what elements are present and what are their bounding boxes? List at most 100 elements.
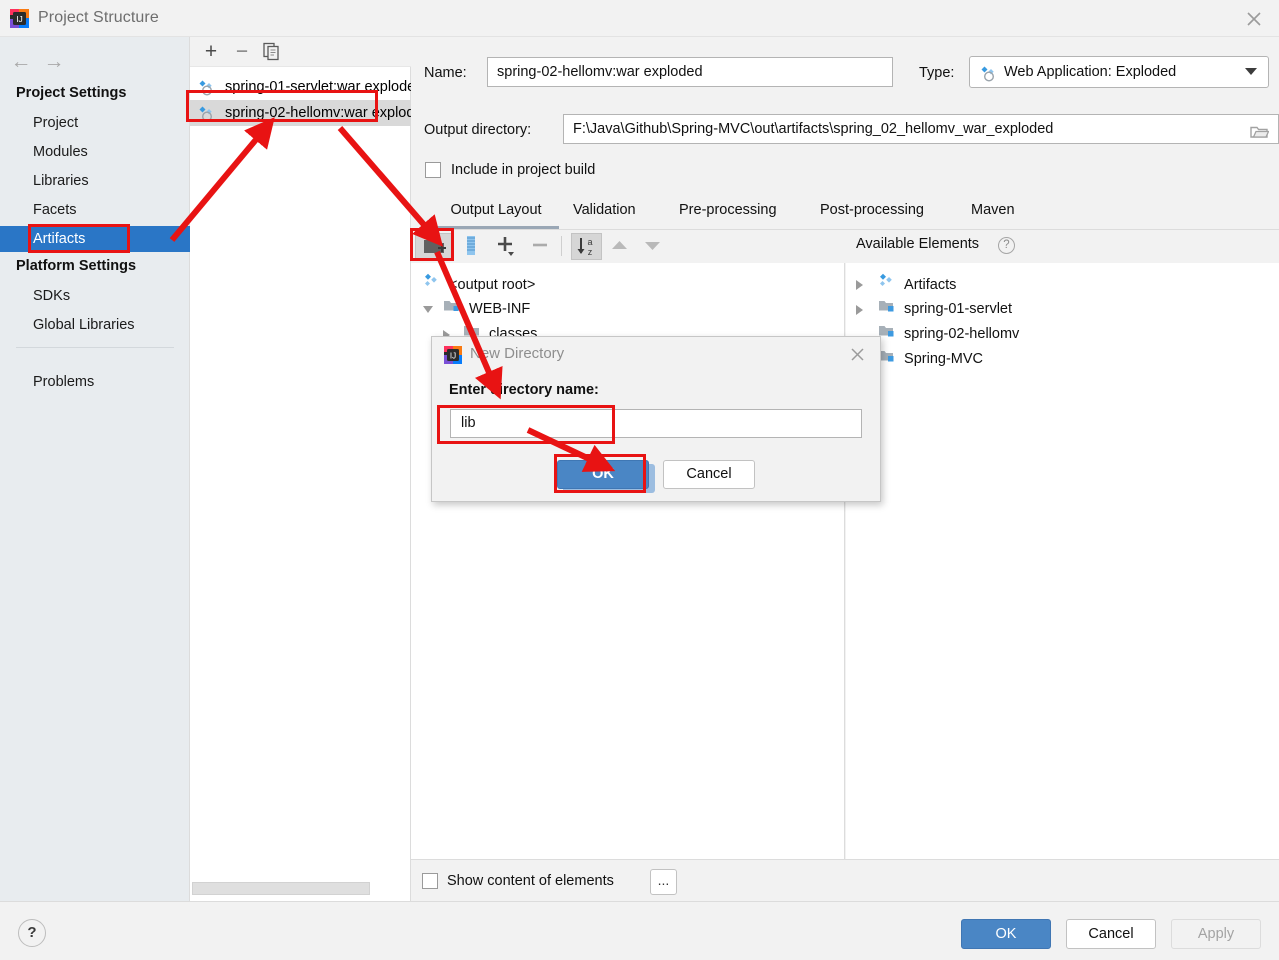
include-in-build-label: Include in project build bbox=[451, 162, 595, 178]
new-directory-dialog: IJ New Directory Enter directory name: l… bbox=[431, 336, 881, 502]
cancel-button[interactable]: Cancel bbox=[1066, 919, 1156, 949]
sidebar-item-problems[interactable]: Problems bbox=[0, 369, 190, 395]
tree-row[interactable]: Artifacts bbox=[856, 272, 956, 297]
artifact-label: spring-02-hellomv:war exploded bbox=[225, 105, 431, 121]
tab-post-processing[interactable]: Post-processing bbox=[820, 194, 924, 229]
type-label: Type: bbox=[919, 65, 954, 81]
sidebar-group-platform-settings: Platform Settings bbox=[16, 258, 136, 274]
chevron-right-icon[interactable] bbox=[856, 305, 863, 315]
type-select[interactable]: Web Application: Exploded bbox=[969, 56, 1269, 88]
show-content-checkbox[interactable] bbox=[422, 873, 438, 889]
artifact-icon bbox=[878, 272, 895, 298]
project-structure-dialog: IJ Project Structure ← → Project Setting… bbox=[0, 0, 1279, 960]
question-mark-icon[interactable]: ? bbox=[18, 919, 46, 947]
tree-row-label: spring-01-servlet bbox=[904, 301, 1012, 317]
tree-row[interactable]: WEB-INF bbox=[423, 297, 530, 322]
tab-pre-processing[interactable]: Pre-processing bbox=[679, 194, 777, 229]
show-content-bar: Show content of elements ... bbox=[411, 859, 1279, 901]
artifacts-list-panel: + − spring-01-servlet:war exploded bbox=[190, 37, 411, 901]
sidebar-item-facets[interactable]: Facets bbox=[0, 197, 190, 223]
apply-button[interactable]: Apply bbox=[1171, 919, 1261, 949]
tab-validation[interactable]: Validation bbox=[573, 194, 636, 229]
close-icon[interactable] bbox=[1243, 8, 1265, 30]
type-select-value: Web Application: Exploded bbox=[1004, 57, 1176, 87]
output-directory-label: Output directory: bbox=[424, 122, 531, 138]
title-bar: IJ Project Structure bbox=[0, 0, 1279, 37]
tree-row-label: spring-02-hellomv bbox=[904, 326, 1019, 342]
tab-maven[interactable]: Maven bbox=[971, 194, 1015, 229]
tab-output-layout[interactable]: Output Layout bbox=[433, 194, 559, 229]
ellipsis-button[interactable]: ... bbox=[650, 869, 677, 895]
list-item[interactable]: spring-02-hellomv:war exploded bbox=[190, 100, 411, 126]
add-copy-of-button[interactable] bbox=[490, 233, 523, 260]
horizontal-scrollbar-thumb[interactable] bbox=[192, 882, 370, 895]
output-directory-input[interactable]: F:\Java\Github\Spring-MVC\out\artifacts\… bbox=[563, 114, 1279, 144]
sidebar-group-project-settings: Project Settings bbox=[16, 85, 126, 101]
available-elements-tree: Artifacts spring-01-servlet bbox=[846, 263, 1279, 859]
chevron-down-icon bbox=[1245, 68, 1257, 75]
sidebar-item-project[interactable]: Project bbox=[0, 110, 190, 136]
modal-ok-button[interactable]: OK bbox=[557, 460, 649, 489]
intellij-idea-icon: IJ bbox=[10, 9, 29, 28]
close-icon[interactable] bbox=[848, 345, 867, 364]
available-elements-header: Available Elements ? bbox=[846, 230, 1279, 263]
svg-text:z: z bbox=[588, 247, 593, 257]
toolbar-separator bbox=[561, 236, 562, 256]
arrow-right-icon[interactable]: → bbox=[41, 51, 67, 75]
folder-open-icon[interactable] bbox=[1250, 122, 1269, 138]
tree-row-label: <output root> bbox=[449, 277, 535, 293]
move-down-button[interactable] bbox=[640, 233, 667, 260]
module-icon bbox=[878, 297, 895, 322]
name-label: Name: bbox=[424, 65, 467, 81]
include-in-build-checkbox[interactable] bbox=[425, 162, 441, 178]
sort-button[interactable]: a z bbox=[571, 233, 602, 260]
artifacts-toolbar: + − bbox=[190, 37, 411, 67]
artifact-icon bbox=[198, 79, 215, 96]
chevron-down-icon[interactable] bbox=[423, 306, 433, 313]
tree-row-label: WEB-INF bbox=[469, 301, 530, 317]
svg-text:a: a bbox=[587, 237, 592, 247]
move-up-button[interactable] bbox=[607, 233, 634, 260]
detail-tabs: Output Layout Validation Pre-processing … bbox=[411, 194, 1279, 229]
chevron-right-icon[interactable] bbox=[856, 280, 863, 290]
sidebar-item-modules[interactable]: Modules bbox=[0, 139, 190, 165]
available-elements-title: Available Elements bbox=[856, 236, 979, 252]
tree-row-label: Artifacts bbox=[904, 277, 956, 293]
svg-text:IJ: IJ bbox=[16, 14, 23, 24]
artifact-icon bbox=[423, 272, 440, 298]
create-directory-button[interactable] bbox=[415, 233, 454, 260]
question-mark-icon[interactable]: ? bbox=[998, 237, 1015, 254]
artifact-icon bbox=[980, 64, 997, 92]
sidebar-item-libraries[interactable]: Libraries bbox=[0, 168, 190, 194]
directory-name-prompt: Enter directory name: bbox=[449, 382, 599, 398]
output-layout-toolbar: a z bbox=[411, 230, 845, 263]
tree-row-label: Spring-MVC bbox=[904, 351, 983, 367]
ok-button[interactable]: OK bbox=[961, 919, 1051, 949]
window-title: Project Structure bbox=[38, 9, 159, 27]
list-item[interactable]: spring-01-servlet:war exploded bbox=[190, 74, 411, 100]
dialog-footer: ? OK Cancel Apply bbox=[0, 901, 1279, 960]
tree-row[interactable]: spring-01-servlet bbox=[856, 297, 1012, 322]
sidebar-item-artifacts[interactable]: Artifacts bbox=[0, 226, 190, 252]
remove-button[interactable] bbox=[527, 233, 555, 260]
artifact-icon bbox=[198, 105, 215, 122]
intellij-idea-icon: IJ bbox=[444, 346, 462, 364]
directory-name-input[interactable]: lib bbox=[450, 409, 862, 438]
copy-icon[interactable] bbox=[258, 42, 284, 66]
output-directory-value: F:\Java\Github\Spring-MVC\out\artifacts\… bbox=[573, 121, 1053, 137]
minus-icon[interactable]: − bbox=[229, 40, 255, 64]
arrow-left-icon[interactable]: ← bbox=[8, 51, 34, 75]
sidebar-divider bbox=[16, 347, 174, 348]
settings-sidebar: ← → Project Settings Project Modules Lib… bbox=[0, 37, 190, 901]
modal-cancel-button[interactable]: Cancel bbox=[663, 460, 755, 489]
sidebar-item-global-libraries[interactable]: Global Libraries bbox=[0, 312, 190, 338]
folder-icon bbox=[443, 297, 460, 322]
sidebar-item-sdks[interactable]: SDKs bbox=[0, 283, 190, 309]
artifact-label: spring-01-servlet:war exploded bbox=[225, 79, 423, 95]
show-content-label: Show content of elements bbox=[447, 873, 614, 889]
new-directory-title: New Directory bbox=[470, 345, 564, 362]
tree-row[interactable]: <output root> bbox=[423, 272, 535, 297]
plus-icon[interactable]: + bbox=[198, 40, 224, 64]
create-archive-button[interactable] bbox=[458, 233, 486, 260]
name-input[interactable]: spring-02-hellomv:war exploded bbox=[487, 57, 893, 87]
